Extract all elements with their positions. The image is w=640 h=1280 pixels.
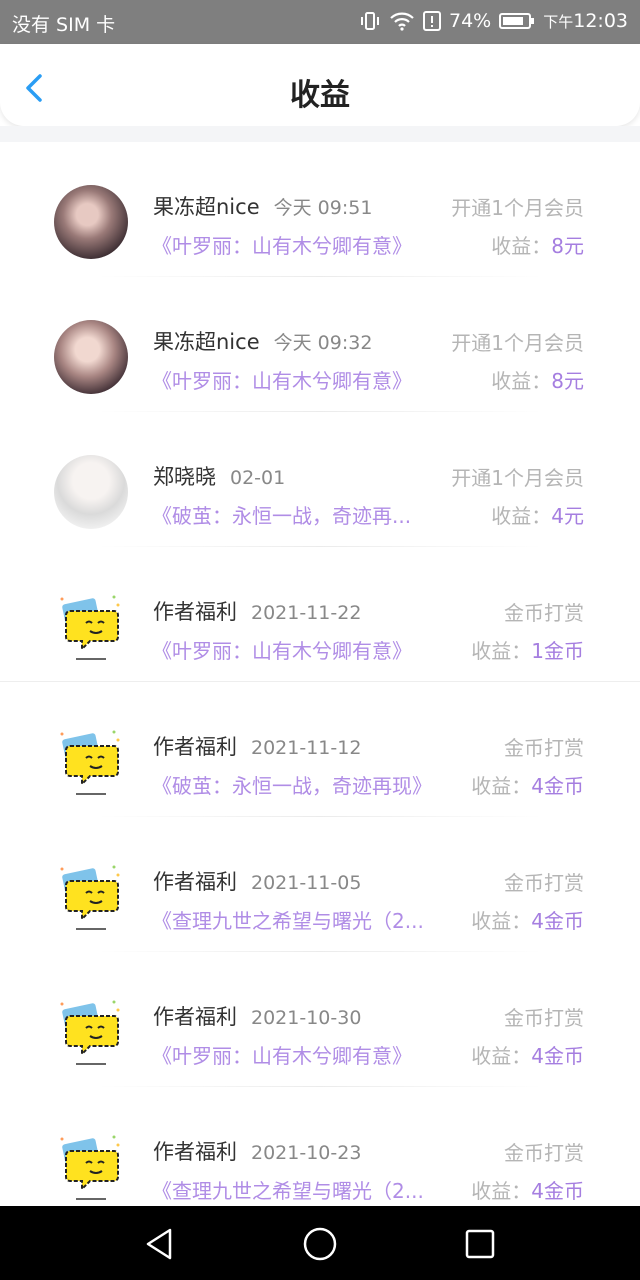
- page-title: 收益: [290, 78, 350, 113]
- square-recents-icon: [465, 1229, 495, 1259]
- user-name: 作者福利: [153, 870, 237, 894]
- wifi-icon: [389, 11, 415, 31]
- avatar: [54, 320, 128, 394]
- item-type: 金币打赏: [504, 601, 584, 625]
- earning-label: 收益：: [471, 774, 532, 798]
- item-date: 今天 09:32: [273, 332, 373, 354]
- list-item[interactable]: 作者福利 2021-11-22 金币打赏 《叶罗丽：山有木兮卿有意》 收益：1金币: [0, 547, 640, 682]
- system-nav-bar: [0, 1206, 640, 1280]
- user-name: 果冻超nice: [153, 330, 260, 354]
- earning-amount-row: 收益：4金币: [471, 905, 584, 934]
- earning-amount: 4元: [551, 504, 584, 528]
- battery-icon: [499, 11, 535, 31]
- item-type: 金币打赏: [504, 1006, 584, 1030]
- author-mascot-icon: [60, 595, 120, 660]
- avatar: [54, 185, 128, 259]
- earning-label: 收益：: [471, 909, 532, 933]
- earning-amount: 4金币: [531, 1179, 584, 1203]
- book-title: 《叶罗丽：山有木兮卿有意》: [152, 234, 412, 258]
- item-type: 金币打赏: [504, 736, 584, 760]
- book-title: 《破茧：永恒一战，奇迹再...: [152, 504, 412, 528]
- author-mascot-icon: [60, 730, 120, 795]
- item-date: 02-01: [230, 467, 286, 489]
- user-name: 郑晓晓: [153, 465, 216, 489]
- item-date: 2021-11-05: [251, 872, 362, 894]
- nav-back-button[interactable]: [140, 1224, 180, 1264]
- earning-amount-row: 收益：4金币: [471, 1040, 584, 1069]
- earning-amount: 1金币: [531, 639, 584, 663]
- earning-amount: 8元: [551, 234, 584, 258]
- book-title: 《查理九世之希望与曙光（2...: [152, 1179, 424, 1203]
- earning-amount: 8元: [551, 369, 584, 393]
- alert-icon: [422, 11, 441, 31]
- nav-recents-button[interactable]: [460, 1224, 500, 1264]
- vibrate-icon: [359, 11, 381, 31]
- time-prefix: 下午: [543, 13, 574, 31]
- status-bar: 没有 SIM 卡 74% 下午12:03: [0, 0, 640, 44]
- nav-home-button[interactable]: [300, 1224, 340, 1264]
- earning-amount-row: 收益：4金币: [471, 770, 584, 799]
- status-icons: 74% 下午12:03: [359, 10, 628, 32]
- header-gap: [0, 126, 640, 142]
- earning-amount-row: 收益：4金币: [471, 1175, 584, 1204]
- item-type: 开通1个月会员: [451, 466, 584, 490]
- book-title: 《叶罗丽：山有木兮卿有意》: [152, 1044, 412, 1068]
- app-header: 收益: [0, 44, 640, 126]
- avatar: [54, 455, 128, 529]
- user-name: 作者福利: [153, 1140, 237, 1164]
- item-type: 开通1个月会员: [451, 331, 584, 355]
- battery-percent: 74%: [448, 10, 492, 32]
- list-item[interactable]: 作者福利 2021-10-23 金币打赏 《查理九世之希望与曙光（2... 收益：…: [0, 1087, 640, 1206]
- item-date: 2021-10-23: [251, 1142, 362, 1164]
- earning-amount-row: 收益：8元: [491, 365, 584, 394]
- earning-amount: 4金币: [531, 909, 584, 933]
- user-name: 作者福利: [153, 1005, 237, 1029]
- item-date: 2021-10-30: [251, 1007, 362, 1029]
- earning-amount-row: 收益：8元: [491, 230, 584, 259]
- list-item[interactable]: 果冻超nice 今天 09:32 开通1个月会员 《叶罗丽：山有木兮卿有意》 收益…: [0, 277, 640, 412]
- earning-amount-row: 收益：4元: [491, 500, 584, 529]
- item-date: 2021-11-12: [251, 737, 362, 759]
- item-date: 2021-11-22: [251, 602, 362, 624]
- author-mascot-icon: [60, 865, 120, 930]
- earning-label: 收益：: [471, 1179, 532, 1203]
- list-item[interactable]: 作者福利 2021-11-12 金币打赏 《破茧：永恒一战，奇迹再现》 收益：4金…: [0, 682, 640, 817]
- item-type: 开通1个月会员: [451, 196, 584, 220]
- list-item[interactable]: 果冻超nice 今天 09:51 开通1个月会员 《叶罗丽：山有木兮卿有意》 收益…: [0, 142, 640, 277]
- earning-amount: 4金币: [531, 774, 584, 798]
- screen: 没有 SIM 卡 74% 下午12:03 收益 果冻超nice 今天 09:51…: [0, 0, 640, 1280]
- earning-amount-row: 收益：1金币: [471, 635, 584, 664]
- user-name: 作者福利: [153, 735, 237, 759]
- book-title: 《查理九世之希望与曙光（2...: [152, 909, 424, 933]
- list-item[interactable]: 作者福利 2021-10-30 金币打赏 《叶罗丽：山有木兮卿有意》 收益：4金币: [0, 952, 640, 1087]
- author-mascot-icon: [60, 1000, 120, 1065]
- clock: 12:03: [573, 10, 628, 32]
- item-type: 金币打赏: [504, 871, 584, 895]
- list-item[interactable]: 郑晓晓 02-01 开通1个月会员 《破茧：永恒一战，奇迹再... 收益：4元: [0, 412, 640, 547]
- item-date: 今天 09:51: [273, 197, 373, 219]
- earning-label: 收益：: [491, 234, 552, 258]
- book-title: 《叶罗丽：山有木兮卿有意》: [152, 639, 412, 663]
- circle-home-icon: [303, 1227, 337, 1261]
- earning-label: 收益：: [471, 1044, 532, 1068]
- user-name: 果冻超nice: [153, 195, 260, 219]
- book-title: 《叶罗丽：山有木兮卿有意》: [152, 369, 412, 393]
- user-name: 作者福利: [153, 600, 237, 624]
- earnings-list: 果冻超nice 今天 09:51 开通1个月会员 《叶罗丽：山有木兮卿有意》 收益…: [0, 142, 640, 1206]
- book-title: 《破茧：永恒一战，奇迹再现》: [152, 774, 432, 798]
- earning-label: 收益：: [491, 504, 552, 528]
- author-mascot-icon: [60, 1135, 120, 1200]
- triangle-back-icon: [146, 1228, 172, 1260]
- carrier-label: 没有 SIM 卡: [12, 14, 116, 36]
- item-type: 金币打赏: [504, 1141, 584, 1165]
- earning-amount: 4金币: [531, 1044, 584, 1068]
- earning-label: 收益：: [471, 639, 532, 663]
- list-item[interactable]: 作者福利 2021-11-05 金币打赏 《查理九世之希望与曙光（2... 收益：…: [0, 817, 640, 952]
- earning-label: 收益：: [491, 369, 552, 393]
